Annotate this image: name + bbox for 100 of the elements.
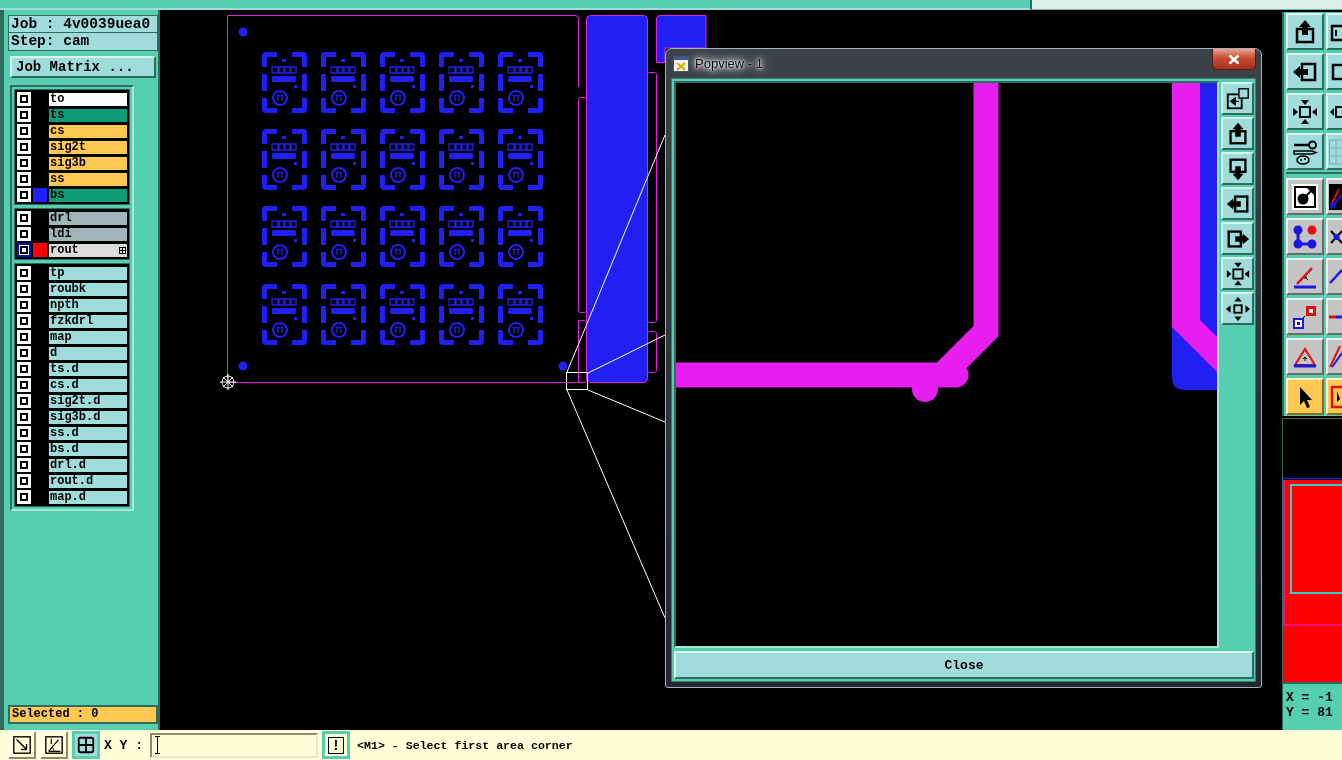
layer-toggle[interactable] — [17, 474, 31, 488]
tool-button[interactable] — [1326, 178, 1342, 215]
line-icon — [1329, 269, 1342, 284]
layer-toggle[interactable] — [17, 156, 31, 170]
layer-name[interactable]: ss.d — [48, 425, 128, 441]
layer-toggle[interactable] — [17, 108, 31, 122]
tool-button[interactable] — [1326, 258, 1342, 295]
pcb-unit — [262, 206, 307, 267]
status-message: <M1> - Select first area corner — [357, 738, 573, 752]
layer-toggle[interactable] — [17, 410, 31, 424]
pcb-unit — [262, 52, 307, 113]
snap-button[interactable] — [72, 731, 100, 759]
layer-name[interactable]: npth — [48, 297, 128, 313]
window-close-button[interactable] — [1212, 49, 1256, 70]
view-tool-button[interactable] — [1221, 152, 1254, 185]
tool-button[interactable] — [1286, 378, 1324, 415]
layer-toggle[interactable] — [17, 227, 31, 241]
layer-toggle[interactable] — [17, 211, 31, 225]
crosshair-icon — [219, 373, 237, 391]
layer-toggle[interactable] — [17, 458, 31, 472]
layer-toggle[interactable] — [17, 426, 31, 440]
rout-slot — [647, 331, 657, 373]
layer-name[interactable]: rout.d — [48, 473, 128, 489]
layer-name[interactable]: rout — [48, 242, 128, 258]
layer-toggle[interactable] — [17, 124, 31, 138]
layer-name[interactable]: to — [48, 91, 128, 107]
layer-name[interactable]: sig2t — [48, 139, 128, 155]
layer-toggle[interactable] — [17, 298, 31, 312]
layer-name[interactable]: d — [48, 345, 128, 361]
layer-toggle[interactable] — [17, 92, 31, 106]
fiducial-dot — [238, 361, 248, 371]
tool-button[interactable] — [1326, 53, 1342, 90]
pcb-unit — [321, 206, 366, 267]
layer-toggle[interactable] — [17, 282, 31, 296]
view-tool-button[interactable] — [1221, 117, 1254, 150]
layer-toggle[interactable] — [17, 442, 31, 456]
layer-toggle[interactable] — [17, 330, 31, 344]
layer-toggle[interactable] — [17, 266, 31, 280]
tool-button[interactable] — [1286, 178, 1324, 215]
view-tool-button[interactable] — [1221, 82, 1254, 115]
alert-button[interactable]: ! — [322, 731, 350, 759]
layer-name[interactable]: tp — [48, 265, 128, 281]
layer-toggle[interactable] — [17, 346, 31, 360]
view-tool-button[interactable] — [1221, 257, 1254, 290]
line-icon — [1329, 314, 1342, 319]
tool-button[interactable] — [1286, 93, 1324, 130]
tool-button[interactable] — [1326, 218, 1342, 255]
tool-button[interactable] — [1286, 298, 1324, 335]
tool-button[interactable] — [1286, 338, 1324, 375]
pcb-unit — [321, 129, 366, 190]
layer-name[interactable]: sig3b — [48, 155, 128, 171]
layer-name[interactable]: drl.d — [48, 457, 128, 473]
layer-name[interactable]: cs.d — [48, 377, 128, 393]
layer-toggle[interactable] — [17, 140, 31, 154]
pcb-unit — [380, 52, 425, 113]
pcb-unit — [498, 284, 543, 345]
layer-toggle[interactable] — [17, 378, 31, 392]
layer-name[interactable]: cs — [48, 123, 128, 139]
layer-name[interactable]: sig3b.d — [48, 409, 128, 425]
layer-toggle[interactable] — [17, 362, 31, 376]
view-tool-button[interactable] — [1221, 292, 1254, 325]
pcb-unit — [498, 129, 543, 190]
layer-toggle[interactable] — [17, 188, 31, 202]
tool-button[interactable] — [1326, 13, 1342, 50]
x-coordinate: X = -1 — [1286, 690, 1334, 705]
board-edge-line — [1283, 477, 1342, 480]
layer-toggle[interactable] — [17, 394, 31, 408]
view-tool-button[interactable] — [1221, 187, 1254, 220]
layer-toggle[interactable] — [17, 490, 31, 504]
job-matrix-button[interactable]: Job Matrix ... — [10, 56, 156, 78]
layer-toggle[interactable] — [17, 243, 31, 257]
layer-name[interactable]: fzkdrl — [48, 313, 128, 329]
layer-name[interactable]: map.d — [48, 489, 128, 505]
view-tool-button[interactable] — [1221, 222, 1254, 255]
layer-name[interactable]: map — [48, 329, 128, 345]
close-button[interactable]: Close — [674, 651, 1254, 679]
layer-name[interactable]: bs — [48, 187, 128, 203]
tool-button[interactable] — [1286, 218, 1324, 255]
fiducial-dot — [238, 27, 248, 37]
layer-toggle[interactable] — [17, 172, 31, 186]
layer-name[interactable]: drl — [48, 210, 128, 226]
xy-input[interactable] — [150, 732, 318, 758]
tool-button[interactable] — [1326, 93, 1342, 130]
tool-button[interactable] — [1326, 378, 1342, 415]
layer-name[interactable]: ts — [48, 107, 128, 123]
tool-button[interactable] — [1286, 13, 1324, 50]
layer-name[interactable]: roubk — [48, 281, 128, 297]
layer-name[interactable]: sig2t.d — [48, 393, 128, 409]
tool-button[interactable] — [1326, 338, 1342, 375]
layer-name[interactable]: ts.d — [48, 361, 128, 377]
layer-name[interactable]: bs.d — [48, 441, 128, 457]
tool-button[interactable] — [1286, 53, 1324, 90]
layer-name[interactable]: ldi — [48, 226, 128, 242]
layer-name[interactable]: ss — [48, 171, 128, 187]
tool-button[interactable] — [1286, 258, 1324, 295]
plus-box-icon — [119, 246, 126, 254]
layer-toggle[interactable] — [17, 314, 31, 328]
pcb-unit — [439, 284, 484, 345]
tool-button[interactable] — [1286, 133, 1324, 170]
windows-arrow-icon — [1224, 85, 1251, 112]
